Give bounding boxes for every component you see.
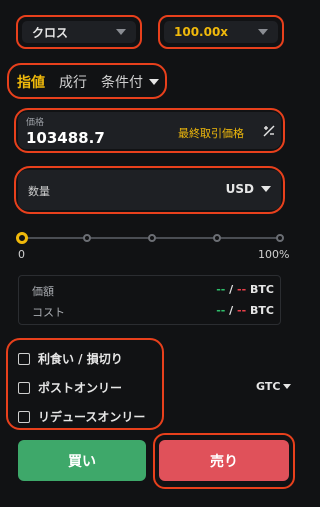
cost-label: コスト — [32, 306, 65, 319]
order-info-box: 価額 -- / -- BTC コスト -- / -- BTC — [18, 275, 281, 325]
post-only-option[interactable]: ポストオンリー — [18, 379, 122, 396]
buy-button-label: 買い — [68, 453, 96, 470]
slider-step-60[interactable] — [213, 234, 221, 242]
buy-button[interactable]: 買い — [18, 440, 146, 481]
amount-sell-value: -- — [237, 283, 247, 296]
leverage-value: 100.00x — [174, 25, 229, 39]
sell-button[interactable]: 売り — [159, 440, 289, 481]
quantity-label: 数量 — [28, 185, 50, 198]
chevron-down-icon — [283, 384, 292, 389]
order-type-tabs: 指値 成行 条件付 — [17, 72, 159, 92]
margin-mode-select[interactable]: クロス — [22, 21, 136, 43]
slider-handle[interactable] — [16, 232, 28, 244]
chevron-down-icon — [261, 186, 271, 192]
margin-mode-value: クロス — [32, 25, 69, 40]
cost-unit: BTC — [250, 304, 274, 317]
quantity-unit: USD — [225, 182, 254, 196]
amount-separator: / — [229, 283, 234, 296]
chevron-down-icon — [258, 29, 268, 35]
cost-sell-value: -- — [237, 304, 247, 317]
take-profit-stop-loss-option[interactable]: 利食い / 損切り — [18, 350, 123, 367]
slider-min-label: 0 — [18, 248, 25, 261]
price-value: 103488.7 — [26, 129, 105, 147]
slider-step-20[interactable] — [83, 234, 91, 242]
chevron-down-icon — [149, 79, 159, 85]
tpsl-checkbox[interactable] — [18, 352, 30, 365]
time-in-force-select[interactable]: GTC — [256, 380, 292, 393]
time-in-force-value: GTC — [256, 380, 281, 393]
cost-buy-value: -- — [216, 304, 226, 317]
tab-limit[interactable]: 指値 — [17, 72, 45, 92]
tab-conditional-label: 条件付 — [101, 75, 143, 91]
post-only-label: ポストオンリー — [38, 381, 123, 395]
quantity-unit-select[interactable]: USD — [226, 182, 271, 196]
tpsl-label: 利食い / 損切り — [38, 352, 123, 366]
amount-value: -- / -- BTC — [216, 283, 274, 296]
quantity-input[interactable]: 数量 USD — [18, 170, 281, 210]
tab-conditional[interactable]: 条件付 — [101, 72, 159, 92]
amount-unit: BTC — [250, 283, 274, 296]
post-only-checkbox[interactable] — [18, 381, 30, 394]
leverage-select[interactable]: 100.00x — [164, 21, 278, 43]
reduce-only-checkbox[interactable] — [18, 410, 30, 423]
swap-icon[interactable] — [262, 124, 276, 138]
slider-step-100[interactable] — [276, 234, 284, 242]
amount-buy-value: -- — [216, 283, 226, 296]
last-price-button[interactable]: 最終取引価格 — [178, 125, 244, 141]
cost-value: -- / -- BTC — [216, 304, 274, 317]
cost-separator: / — [229, 304, 234, 317]
amount-label: 価額 — [32, 285, 54, 298]
chevron-down-icon — [116, 29, 126, 35]
slider-step-40[interactable] — [148, 234, 156, 242]
sell-button-label: 売り — [210, 453, 238, 470]
reduce-only-option[interactable]: リデュースオンリー — [18, 408, 145, 425]
price-input[interactable]: 価格 103488.7 最終取引価格 — [18, 112, 281, 149]
reduce-only-label: リデュースオンリー — [38, 410, 146, 424]
slider-max-label: 100% — [258, 248, 290, 261]
price-label: 価格 — [26, 118, 45, 128]
tab-market[interactable]: 成行 — [59, 72, 87, 92]
